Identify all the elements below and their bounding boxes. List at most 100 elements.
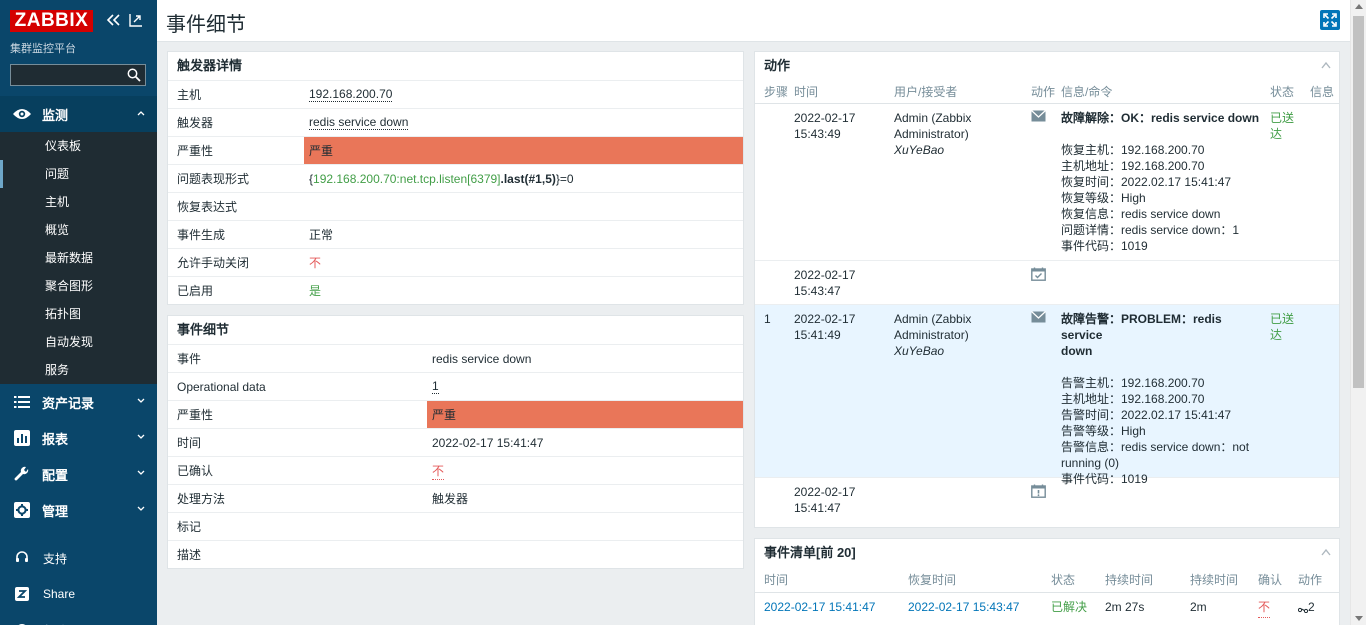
event-list-header: 时间 恢复时间 状态 持续时间 持续时间 确认 动作: [755, 567, 1339, 593]
recovery-label: 恢复表达式: [177, 200, 238, 214]
page-header: 事件细节: [157, 0, 1350, 42]
menu-reports[interactable]: 报表: [0, 420, 157, 456]
event-opdata-row: Operational data 1: [168, 372, 743, 400]
user-line-1: Admin (Zabbix: [894, 312, 972, 326]
event-status: 已解决: [1051, 600, 1088, 614]
expression-close: }=0: [555, 171, 574, 186]
eye-icon: [12, 106, 32, 122]
scroll-thumb[interactable]: [1353, 16, 1364, 388]
menu-item-latest-data[interactable]: 最新数据: [0, 244, 157, 272]
chevron-down-icon: [137, 434, 145, 439]
user-line-2: Administrator): [894, 127, 969, 141]
ack-label: 已确认: [177, 464, 214, 478]
actions-title: 动作: [755, 52, 1339, 80]
menu-monitoring-label: 监测: [42, 107, 69, 123]
trigger-event-gen-row: 事件生成 正常: [168, 220, 743, 248]
menu-inventory[interactable]: 资产记录: [0, 384, 157, 420]
event-gen-value: 正常: [309, 228, 334, 242]
col-info: 信息: [1310, 85, 1335, 99]
opdata-link[interactable]: 1: [432, 379, 439, 394]
trigger-link[interactable]: redis service down: [309, 115, 409, 130]
message-line: running (0): [1061, 456, 1120, 470]
col-actions: 动作: [1298, 573, 1323, 587]
menu-item-screens[interactable]: 聚合图形: [0, 272, 157, 300]
time-clock: 15:41:49: [794, 328, 841, 342]
collapse-up-icon[interactable]: [1321, 548, 1331, 556]
event-list-title: 事件清单[前 20]: [755, 539, 1339, 567]
opdata-label: Operational data: [177, 379, 266, 394]
user-cell: Admin (Zabbix Administrator) XuYeBao: [894, 311, 1019, 359]
col-time: 时间: [794, 85, 819, 99]
menu-item-maps[interactable]: 拓扑图: [0, 300, 157, 328]
menu-configuration[interactable]: 配置: [0, 456, 157, 492]
page-title: 事件细节: [166, 14, 246, 36]
event-time-row: 时间 2022-02-17 15:41:47: [168, 428, 743, 456]
time-label: 时间: [177, 436, 202, 450]
scroll-down-icon[interactable]: [1355, 616, 1363, 621]
message-line: 事件代码：1019: [1061, 239, 1148, 253]
page-scrollbar[interactable]: [1350, 0, 1366, 625]
collapse-up-icon[interactable]: [1321, 61, 1331, 69]
expression-item-link[interactable]: 192.168.200.70:net.tcp.listen[6379]: [313, 172, 500, 186]
time-date: 2022-02-17: [794, 485, 856, 499]
event-recovery-link[interactable]: 2022-02-17 15:43:47: [908, 593, 1019, 621]
menu-share[interactable]: Share: [0, 576, 157, 612]
col-user: 用户/接受者: [894, 85, 958, 99]
event-actions-cell[interactable]: 2: [1297, 593, 1315, 621]
message-line: 告警等级：High: [1061, 424, 1146, 438]
event-severity-row: 严重性 严重: [168, 400, 743, 428]
message-title-line-2: down: [1061, 344, 1093, 358]
status-line-1: 已送: [1270, 312, 1295, 326]
message-line: 告警时间：2022.02.17 15:41:47: [1061, 408, 1232, 422]
search-icon[interactable]: [127, 68, 141, 82]
sidebar-search-input[interactable]: [10, 64, 146, 86]
brand: ZABBIX: [0, 0, 157, 42]
menu-item-problems[interactable]: 问题: [0, 160, 157, 188]
message-title: 故障解除：OK：redis service down: [1061, 111, 1260, 125]
menu-item-services[interactable]: 服务: [0, 356, 157, 384]
message-line: 主机地址：192.168.200.70: [1061, 159, 1205, 173]
scroll-up-icon[interactable]: [1355, 4, 1363, 9]
user-line-2: Administrator): [894, 328, 969, 342]
event-ack-link[interactable]: 不: [1258, 597, 1271, 618]
event-severity-label: 严重性: [177, 408, 214, 422]
share-icon: [14, 586, 30, 602]
event-duration: 2m 27s: [1105, 600, 1145, 614]
menu-administration[interactable]: 管理: [0, 492, 157, 528]
hide-sidebar-icon[interactable]: [128, 12, 144, 28]
chevron-down-icon: [137, 398, 145, 403]
menu-item-hosts[interactable]: 主机: [0, 188, 157, 216]
fullscreen-button[interactable]: [1320, 10, 1340, 30]
action-cell: [1031, 311, 1046, 327]
message-line: 主机地址：192.168.200.70: [1061, 392, 1205, 406]
menu-item-discovery[interactable]: 自动发现: [0, 328, 157, 356]
expression-value: {192.168.200.70:net.tcp.listen[6379] .las…: [304, 165, 743, 192]
actions-table-header: 步骤 时间 用户/接受者 动作 信息/命令 状态 信息: [755, 80, 1339, 104]
event-details-title: 事件细节: [177, 322, 230, 337]
user-recipient: XuYeBao: [894, 143, 945, 157]
message-line: 告警信息：redis service down：not: [1061, 440, 1250, 454]
message-cell: 故障解除：OK：redis service down 恢复主机：192.168.…: [1061, 110, 1261, 254]
menu-inventory-label: 资产记录: [42, 395, 95, 411]
event-time-link[interactable]: 2022-02-17 15:41:47: [764, 593, 875, 621]
event-list-panel: 事件清单[前 20] 时间 恢复时间 状态 持续时间 持续时间 确认 动作 20…: [754, 538, 1340, 625]
menu-help[interactable]: ? 帮助: [0, 612, 157, 625]
recovery-value: [304, 193, 743, 220]
status-cell: 已送 达: [1270, 311, 1300, 343]
zabbix-logo[interactable]: ZABBIX: [10, 10, 93, 32]
trigger-recovery-row: 恢复表达式: [168, 192, 743, 220]
menu-monitoring[interactable]: 监测: [0, 96, 157, 132]
menu-spacer: [0, 528, 157, 540]
menu-item-overview[interactable]: 概览: [0, 216, 157, 244]
ack-link[interactable]: 不: [432, 462, 445, 480]
menu-support[interactable]: 支持: [0, 540, 157, 576]
chevron-down-icon: [137, 470, 145, 475]
bar-chart-icon: [12, 430, 32, 446]
host-link[interactable]: 192.168.200.70: [309, 87, 393, 102]
menu-item-dashboard[interactable]: 仪表板: [0, 132, 157, 160]
collapse-sidebar-icon[interactable]: [106, 12, 122, 28]
col-ack: 确认: [1258, 573, 1283, 587]
action-cell: [1031, 484, 1046, 502]
message-line: 恢复信息：redis service down: [1061, 207, 1221, 221]
menu-help-label: 帮助: [43, 622, 67, 625]
